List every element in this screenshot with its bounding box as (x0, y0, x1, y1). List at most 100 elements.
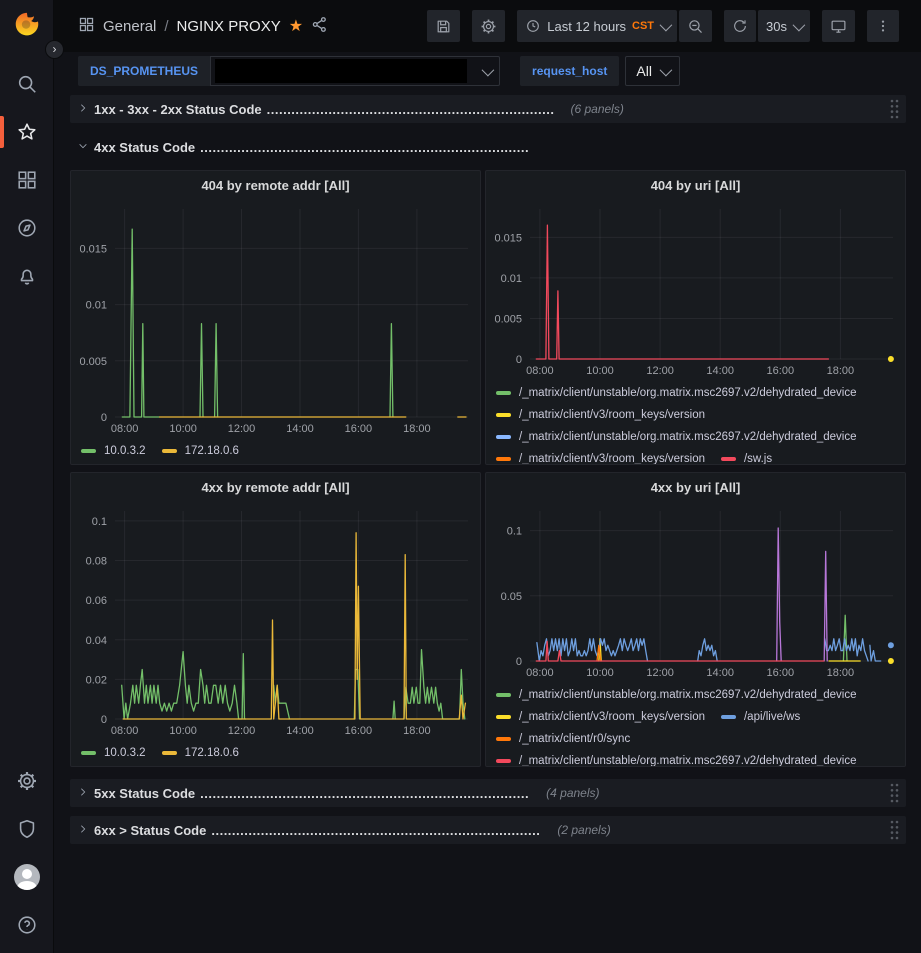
legend-item[interactable]: 172.18.0.6 (162, 440, 239, 462)
svg-text:12:00: 12:00 (228, 725, 256, 737)
panel-legend: 10.0.3.2 172.18.0.6 (71, 740, 480, 766)
panel-title[interactable]: 404 by remote addr [All] (71, 171, 480, 199)
variable-label-request-host[interactable]: request_host (520, 56, 619, 86)
legend-item[interactable]: /api/live/ws (721, 706, 800, 728)
sidebar-item-dashboards[interactable] (0, 156, 54, 204)
time-series-chart[interactable]: 08:0010:0012:0014:0016:0018:0000.020.040… (71, 501, 480, 740)
datasource-select[interactable] (210, 56, 500, 86)
sidebar-item-starred[interactable] (0, 108, 54, 156)
row-6xx[interactable]: 6xx > Status Code ......................… (70, 816, 906, 844)
legend-label: /_matrix/client/r0/sync (519, 733, 630, 745)
row-4xx[interactable]: 4xx Status Code ........................… (70, 133, 906, 161)
save-icon (435, 18, 452, 35)
legend-item[interactable]: /_matrix/client/unstable/org.matrix.msc2… (496, 382, 857, 404)
svg-text:10:00: 10:00 (169, 423, 197, 435)
time-series-chart[interactable]: 08:0010:0012:0014:0016:0018:0000.050.1 (486, 501, 905, 682)
legend-swatch (162, 751, 177, 755)
svg-text:0: 0 (516, 354, 522, 366)
panel-legend: /_matrix/client/unstable/org.matrix.msc2… (486, 380, 905, 464)
svg-text:14:00: 14:00 (286, 423, 314, 435)
svg-text:14:00: 14:00 (286, 725, 314, 737)
sidebar-item-alerting[interactable] (0, 252, 54, 300)
svg-text:0.04: 0.04 (86, 635, 107, 647)
svg-text:10:00: 10:00 (169, 725, 197, 737)
row-panel-count: (4 panels) (546, 786, 599, 800)
apps-grid-icon (78, 16, 95, 37)
save-dashboard-button[interactable] (427, 10, 460, 42)
svg-text:0.015: 0.015 (79, 243, 107, 255)
svg-text:08:00: 08:00 (111, 725, 139, 737)
legend-item[interactable]: /_matrix/client/v3/room_keys/version (496, 448, 705, 464)
svg-text:0.01: 0.01 (86, 300, 107, 312)
refresh-interval-button[interactable]: 30s (758, 10, 810, 42)
chevron-down-icon (482, 63, 495, 76)
legend-item[interactable]: /_matrix/client/r0/sync (496, 728, 630, 750)
panel-title[interactable]: 4xx by uri [All] (486, 473, 905, 501)
sidebar-item-help[interactable] (0, 901, 54, 949)
legend-item[interactable]: /_matrix/client/unstable/org.matrix.msc2… (496, 750, 857, 766)
time-series-chart[interactable]: 08:0010:0012:0014:0016:0018:0000.0050.01… (71, 199, 480, 438)
legend-label: 172.18.0.6 (185, 747, 239, 759)
legend-item[interactable]: /_matrix/client/unstable/org.matrix.msc2… (496, 684, 857, 706)
zoom-out-button[interactable] (679, 10, 712, 42)
time-series-chart[interactable]: 08:0010:0012:0014:0016:0018:0000.0050.01… (486, 199, 905, 380)
legend-item[interactable]: 10.0.3.2 (81, 440, 146, 462)
svg-text:0.005: 0.005 (494, 314, 522, 326)
refresh-button[interactable] (724, 10, 756, 42)
favorite-star-icon[interactable]: ★ (289, 16, 303, 36)
star-icon (16, 121, 38, 143)
panel-4xx-by-remote-addr: 4xx by remote addr [All] 08:00 10:00 12:00… (70, 472, 481, 767)
refresh-interval-label: 30s (766, 19, 787, 34)
breadcrumb-separator: / (164, 18, 168, 35)
chevron-right-icon (78, 784, 88, 802)
legend-swatch (496, 693, 511, 697)
svg-text:0.02: 0.02 (86, 674, 107, 686)
sidebar-item-settings[interactable] (0, 757, 54, 805)
row-drag-handle[interactable] (889, 819, 902, 841)
chart-area: 08:0010:0012:0014:0016:0018:0000.0050.01… (486, 199, 905, 380)
sidebar-item-profile[interactable] (0, 853, 54, 901)
svg-text:16:00: 16:00 (767, 365, 795, 377)
tv-mode-button[interactable] (822, 10, 855, 42)
sidebar-item-explore[interactable] (0, 204, 54, 252)
request-host-select[interactable]: All (625, 56, 680, 86)
time-range-button[interactable]: Last 12 hours CST (517, 10, 677, 42)
panel-grid: 404 by remote addr [All] 08:0010:0012:00… (70, 170, 906, 767)
dashboard-toolbar: Last 12 hours CST (427, 10, 899, 42)
legend-swatch (721, 715, 736, 719)
legend-item[interactable]: /_matrix/client/unstable/org.matrix.msc2… (496, 426, 857, 448)
row-drag-handle[interactable] (889, 98, 902, 120)
dashboard-settings-button[interactable] (472, 10, 505, 42)
share-icon[interactable] (311, 16, 328, 37)
shield-icon (16, 818, 38, 840)
svg-text:0.005: 0.005 (79, 356, 107, 368)
sidebar-item-search[interactable] (0, 60, 54, 108)
zoom-out-icon (687, 18, 704, 35)
legend-item[interactable]: 172.18.0.6 (162, 742, 239, 764)
row-5xx[interactable]: 5xx Status Code ........................… (70, 779, 906, 807)
svg-text:12:00: 12:00 (228, 423, 256, 435)
clock-icon (525, 18, 541, 34)
dashboards-grid-icon (16, 169, 38, 191)
row-1xx-3xx-2xx[interactable]: 1xx - 3xx - 2xx Status Code ............… (70, 95, 906, 123)
row-title: 6xx > Status Code (94, 823, 206, 838)
row-drag-handle[interactable] (889, 782, 902, 804)
grafana-logo[interactable] (12, 10, 42, 40)
variable-label-ds-prometheus[interactable]: DS_PROMETHEUS (78, 56, 210, 86)
legend-label: /_matrix/client/unstable/org.matrix.msc2… (519, 387, 857, 399)
legend-item[interactable]: /sw.js (721, 448, 772, 464)
breadcrumb-folder[interactable]: General (103, 18, 156, 35)
panel-legend: 10.0.3.2 172.18.0.6 (71, 438, 480, 464)
chart-area: 08:0010:0012:0014:0016:0018:0000.050.1 (486, 501, 905, 682)
legend-item[interactable]: /_matrix/client/v3/room_keys/version (496, 706, 705, 728)
panel-title[interactable]: 404 by uri [All] (486, 171, 905, 199)
sidebar-expand-button[interactable]: › (45, 40, 64, 59)
panel-title[interactable]: 4xx by remote addr [All] (71, 473, 480, 501)
panel-legend: /_matrix/client/unstable/org.matrix.msc2… (486, 682, 905, 766)
search-icon (16, 73, 38, 95)
bell-icon (16, 265, 38, 287)
legend-item[interactable]: 10.0.3.2 (81, 742, 146, 764)
legend-item[interactable]: /_matrix/client/v3/room_keys/version (496, 404, 705, 426)
kebab-menu-button[interactable] (867, 10, 899, 42)
sidebar-item-security[interactable] (0, 805, 54, 853)
